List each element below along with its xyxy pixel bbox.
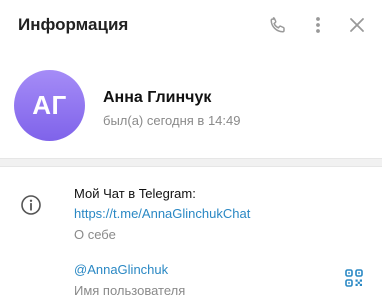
bio-caption: О себе	[74, 227, 116, 242]
last-seen-status: был(а) сегодня в 14:49	[103, 113, 241, 128]
username-caption: Имя пользователя	[74, 283, 186, 298]
info-icon	[21, 195, 41, 215]
bio-text: Мой Чат в Telegram:	[74, 186, 196, 201]
profile-info-window: Информация АГ Анна Глинчук был(а) сегодн…	[0, 0, 382, 304]
phone-icon	[270, 17, 285, 33]
more-options-button[interactable]	[305, 12, 331, 38]
section-divider	[0, 158, 382, 167]
call-button[interactable]	[265, 12, 291, 38]
avatar[interactable]: АГ	[14, 70, 85, 141]
more-vertical-icon	[316, 17, 320, 33]
avatar-initials: АГ	[32, 90, 67, 120]
profile-block: АГ Анна Глинчук был(а) сегодня в 14:49	[0, 64, 382, 150]
header-title: Информация	[18, 15, 129, 34]
close-button[interactable]	[344, 12, 370, 38]
username-link[interactable]: @AnnaGlinchuk	[74, 261, 168, 279]
bio-link[interactable]: https://t.me/AnnaGlinchukChat	[74, 205, 250, 223]
qr-code-icon[interactable]	[345, 269, 363, 287]
close-icon	[350, 18, 364, 32]
profile-name: Анна Глинчук	[103, 89, 212, 106]
header: Информация	[0, 0, 382, 52]
